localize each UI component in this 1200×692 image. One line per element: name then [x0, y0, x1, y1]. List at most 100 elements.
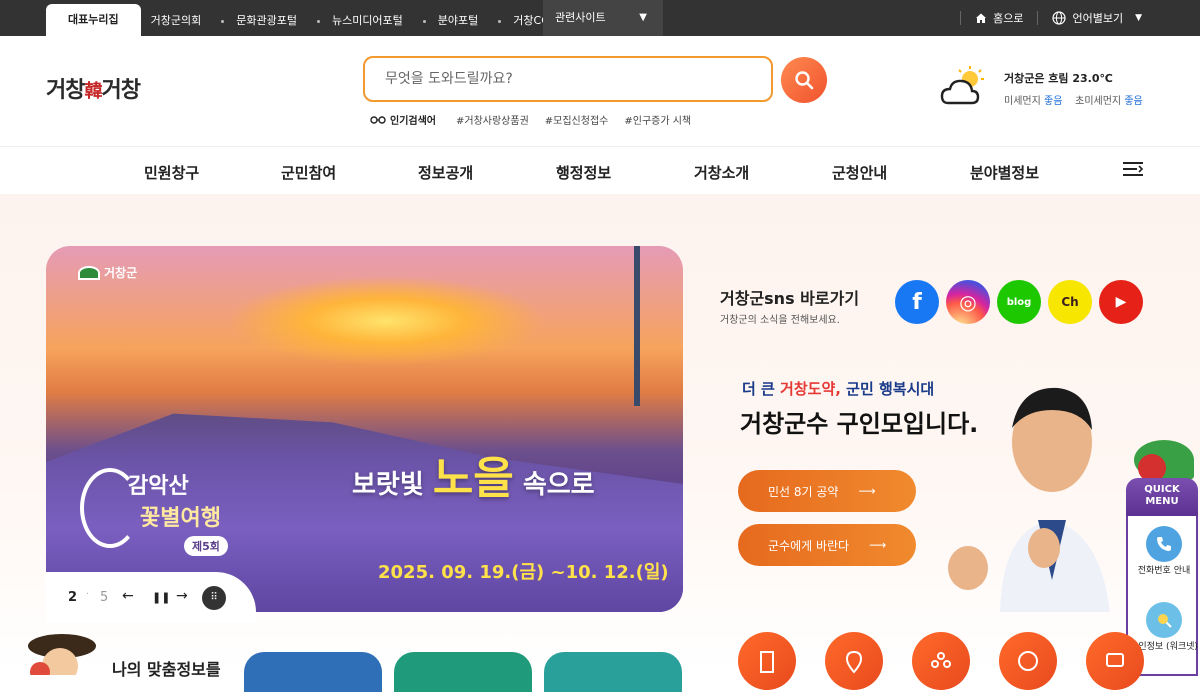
nav-information-disclosure[interactable]: 정보공개 — [418, 162, 473, 183]
message-icon[interactable] — [1086, 632, 1144, 690]
moon-icon — [80, 468, 140, 548]
popular-keyword[interactable]: #인구증가 시책 — [624, 112, 691, 127]
instagram-icon[interactable]: ◎ — [946, 280, 990, 324]
separator-dot — [316, 19, 320, 23]
top-link-culture-portal[interactable]: 문화관광포털 — [211, 12, 307, 28]
pause-icon[interactable]: ❚❚ — [152, 591, 170, 604]
fine-dust-label: 미세먼지 — [1004, 96, 1041, 107]
banner-date: 2025. 09. 19.(금) ~10. 12.(일) — [378, 562, 669, 583]
divider — [960, 11, 962, 25]
main-navigation: 민원창구 군민참여 정보공개 행정정보 거창소개 군청안내 분야별정보 — [0, 148, 1200, 194]
sns-title: 거창군sns 바로가기 — [720, 289, 860, 308]
petition-button[interactable]: 군수에게 바란다 ⟶ — [738, 524, 916, 566]
main-banner-slide[interactable]: 거창군 감악산 꽃별여행 제5회 보랏빛 노을 속으로 2025. 09. 19… — [46, 246, 683, 612]
chevron-down-icon: ▼ — [1135, 13, 1142, 23]
headline-part-a: 보랏빛 — [352, 470, 433, 500]
top-link-field-portal[interactable]: 분야포털 — [413, 12, 488, 28]
popular-keywords: 인기검색어 #거창사랑상품권 #모집신청접수 #인구증가 시책 — [370, 112, 707, 127]
weather-info: 거창군은 흐림 23.0℃ 미세먼지 좋음 초미세먼지 좋음 — [1004, 70, 1143, 107]
people-icon[interactable] — [912, 632, 970, 690]
popular-keyword[interactable]: #모집신청접수 — [545, 112, 609, 127]
pledges-label: 민선 8기 공약 — [768, 484, 839, 499]
mascot-character — [28, 634, 96, 675]
top-site-tabs: 대표누리집 거창군의회 문화관광포털 뉴스미디어포털 분야포털 거창CC — [46, 4, 559, 36]
home-button[interactable]: 홈으로 — [975, 10, 1023, 26]
fine-dust-value: 좋음 — [1044, 96, 1063, 107]
language-label: 언어별보기 — [1072, 12, 1124, 25]
festival-title: 감악산 꽃별여행 제5회 — [80, 468, 228, 556]
prev-arrow-icon[interactable]: ← — [122, 588, 134, 604]
kakao-channel-icon[interactable]: Ch — [1048, 280, 1092, 324]
job-search-icon — [1146, 602, 1182, 638]
sunset-glow — [226, 276, 546, 366]
glasses-icon — [370, 115, 386, 124]
home-label: 홈으로 — [993, 12, 1024, 25]
facebook-icon[interactable]: f — [895, 280, 939, 324]
popular-keyword[interactable]: #거창사랑상품권 — [456, 112, 529, 127]
arrow-right-icon: ⟶ — [858, 484, 876, 498]
slide-separator: · — [86, 589, 90, 600]
county-emblem-icon — [78, 265, 100, 280]
search-button[interactable] — [781, 57, 827, 103]
arrow-right-icon: ⟶ — [869, 538, 887, 552]
my-info-tab-1[interactable] — [244, 652, 382, 692]
weather-summary: 거창군은 흐림 23.0℃ — [1004, 72, 1113, 85]
ultra-fine-dust-value: 좋음 — [1124, 96, 1143, 107]
nav-administration[interactable]: 행정정보 — [556, 162, 611, 183]
top-link-label: 뉴스미디어포털 — [331, 14, 403, 27]
youtube-icon[interactable]: ▶ — [1099, 280, 1143, 324]
festival-line-2: 꽃별여행 — [140, 506, 221, 531]
quick-menu-title: QUICK MENU — [1126, 478, 1198, 518]
nav-county-office[interactable]: 군청안내 — [832, 162, 887, 183]
home-icon — [976, 13, 987, 23]
governor-slogan: 더 큰 거창도약, 군민 행복시대 — [742, 378, 934, 399]
document-icon[interactable] — [738, 632, 796, 690]
chat-phone-icon[interactable] — [999, 632, 1057, 690]
petition-label: 군수에게 바란다 — [768, 538, 850, 553]
top-link-label: 분야포털 — [437, 14, 479, 27]
my-info-title: 나의 맞춤정보를 — [112, 660, 221, 679]
nav-civil-service[interactable]: 민원창구 — [144, 162, 199, 183]
top-link-council[interactable]: 거창군의회 — [141, 12, 212, 28]
ultra-fine-dust-label: 초미세먼지 — [1075, 96, 1122, 107]
location-pin-icon[interactable] — [825, 632, 883, 690]
related-sites-dropdown[interactable]: 관련사이트 ▼ — [543, 0, 663, 36]
my-info-tab-3[interactable] — [544, 652, 682, 692]
tab-main-portal[interactable]: 대표누리집 — [46, 4, 141, 36]
my-info-tab-2[interactable] — [394, 652, 532, 692]
banner-county-logo: 거창군 — [78, 264, 137, 281]
banner-headline: 보랏빛 노을 속으로 — [352, 442, 595, 506]
festival-edition-badge: 제5회 — [184, 536, 228, 556]
globe-icon — [1052, 11, 1067, 25]
slogan-part-c: 군민 행복시대 — [840, 380, 935, 398]
nav-field-info[interactable]: 분야별정보 — [970, 162, 1039, 183]
top-link-label: 문화관광포털 — [236, 14, 297, 27]
hamburger-menu-icon[interactable] — [1122, 160, 1144, 178]
wind-turbine — [634, 246, 640, 406]
nav-about-geochang[interactable]: 거창소개 — [694, 162, 749, 183]
headline-part-c: 속으로 — [513, 470, 595, 500]
grid-view-icon[interactable]: ⠿ — [202, 586, 226, 610]
next-arrow-icon[interactable]: → — [176, 588, 188, 604]
search-input[interactable] — [365, 58, 771, 100]
divider — [1037, 11, 1039, 25]
search-icon — [795, 71, 814, 90]
headline-highlight: 노을 — [432, 453, 514, 504]
top-link-news-portal[interactable]: 뉴스미디어포털 — [307, 12, 413, 28]
separator-dot — [422, 19, 426, 23]
blog-icon[interactable]: blog — [997, 280, 1041, 324]
search-box — [363, 56, 773, 102]
phone-icon — [1146, 526, 1182, 562]
language-selector[interactable]: 언어별보기 ▼ — [1052, 10, 1142, 26]
site-logo[interactable]: 거창韓거창 — [46, 72, 170, 112]
governor-portrait — [948, 387, 1110, 612]
quick-menu: QUICK MENU 전화번호 안내 구인정보 (워크넷) — [1126, 440, 1200, 676]
related-sites-label: 관련사이트 — [555, 11, 606, 24]
banner-logo-text: 거창군 — [104, 266, 138, 280]
slogan-highlight: 거창도약, — [780, 380, 841, 398]
slide-total: 5 — [100, 590, 109, 605]
pledges-button[interactable]: 민선 8기 공약 ⟶ — [738, 470, 916, 512]
separator-dot — [221, 19, 225, 23]
quick-phone-directory[interactable]: 전화번호 안내 — [1128, 526, 1200, 577]
nav-citizen-participation[interactable]: 군민참여 — [281, 162, 336, 183]
